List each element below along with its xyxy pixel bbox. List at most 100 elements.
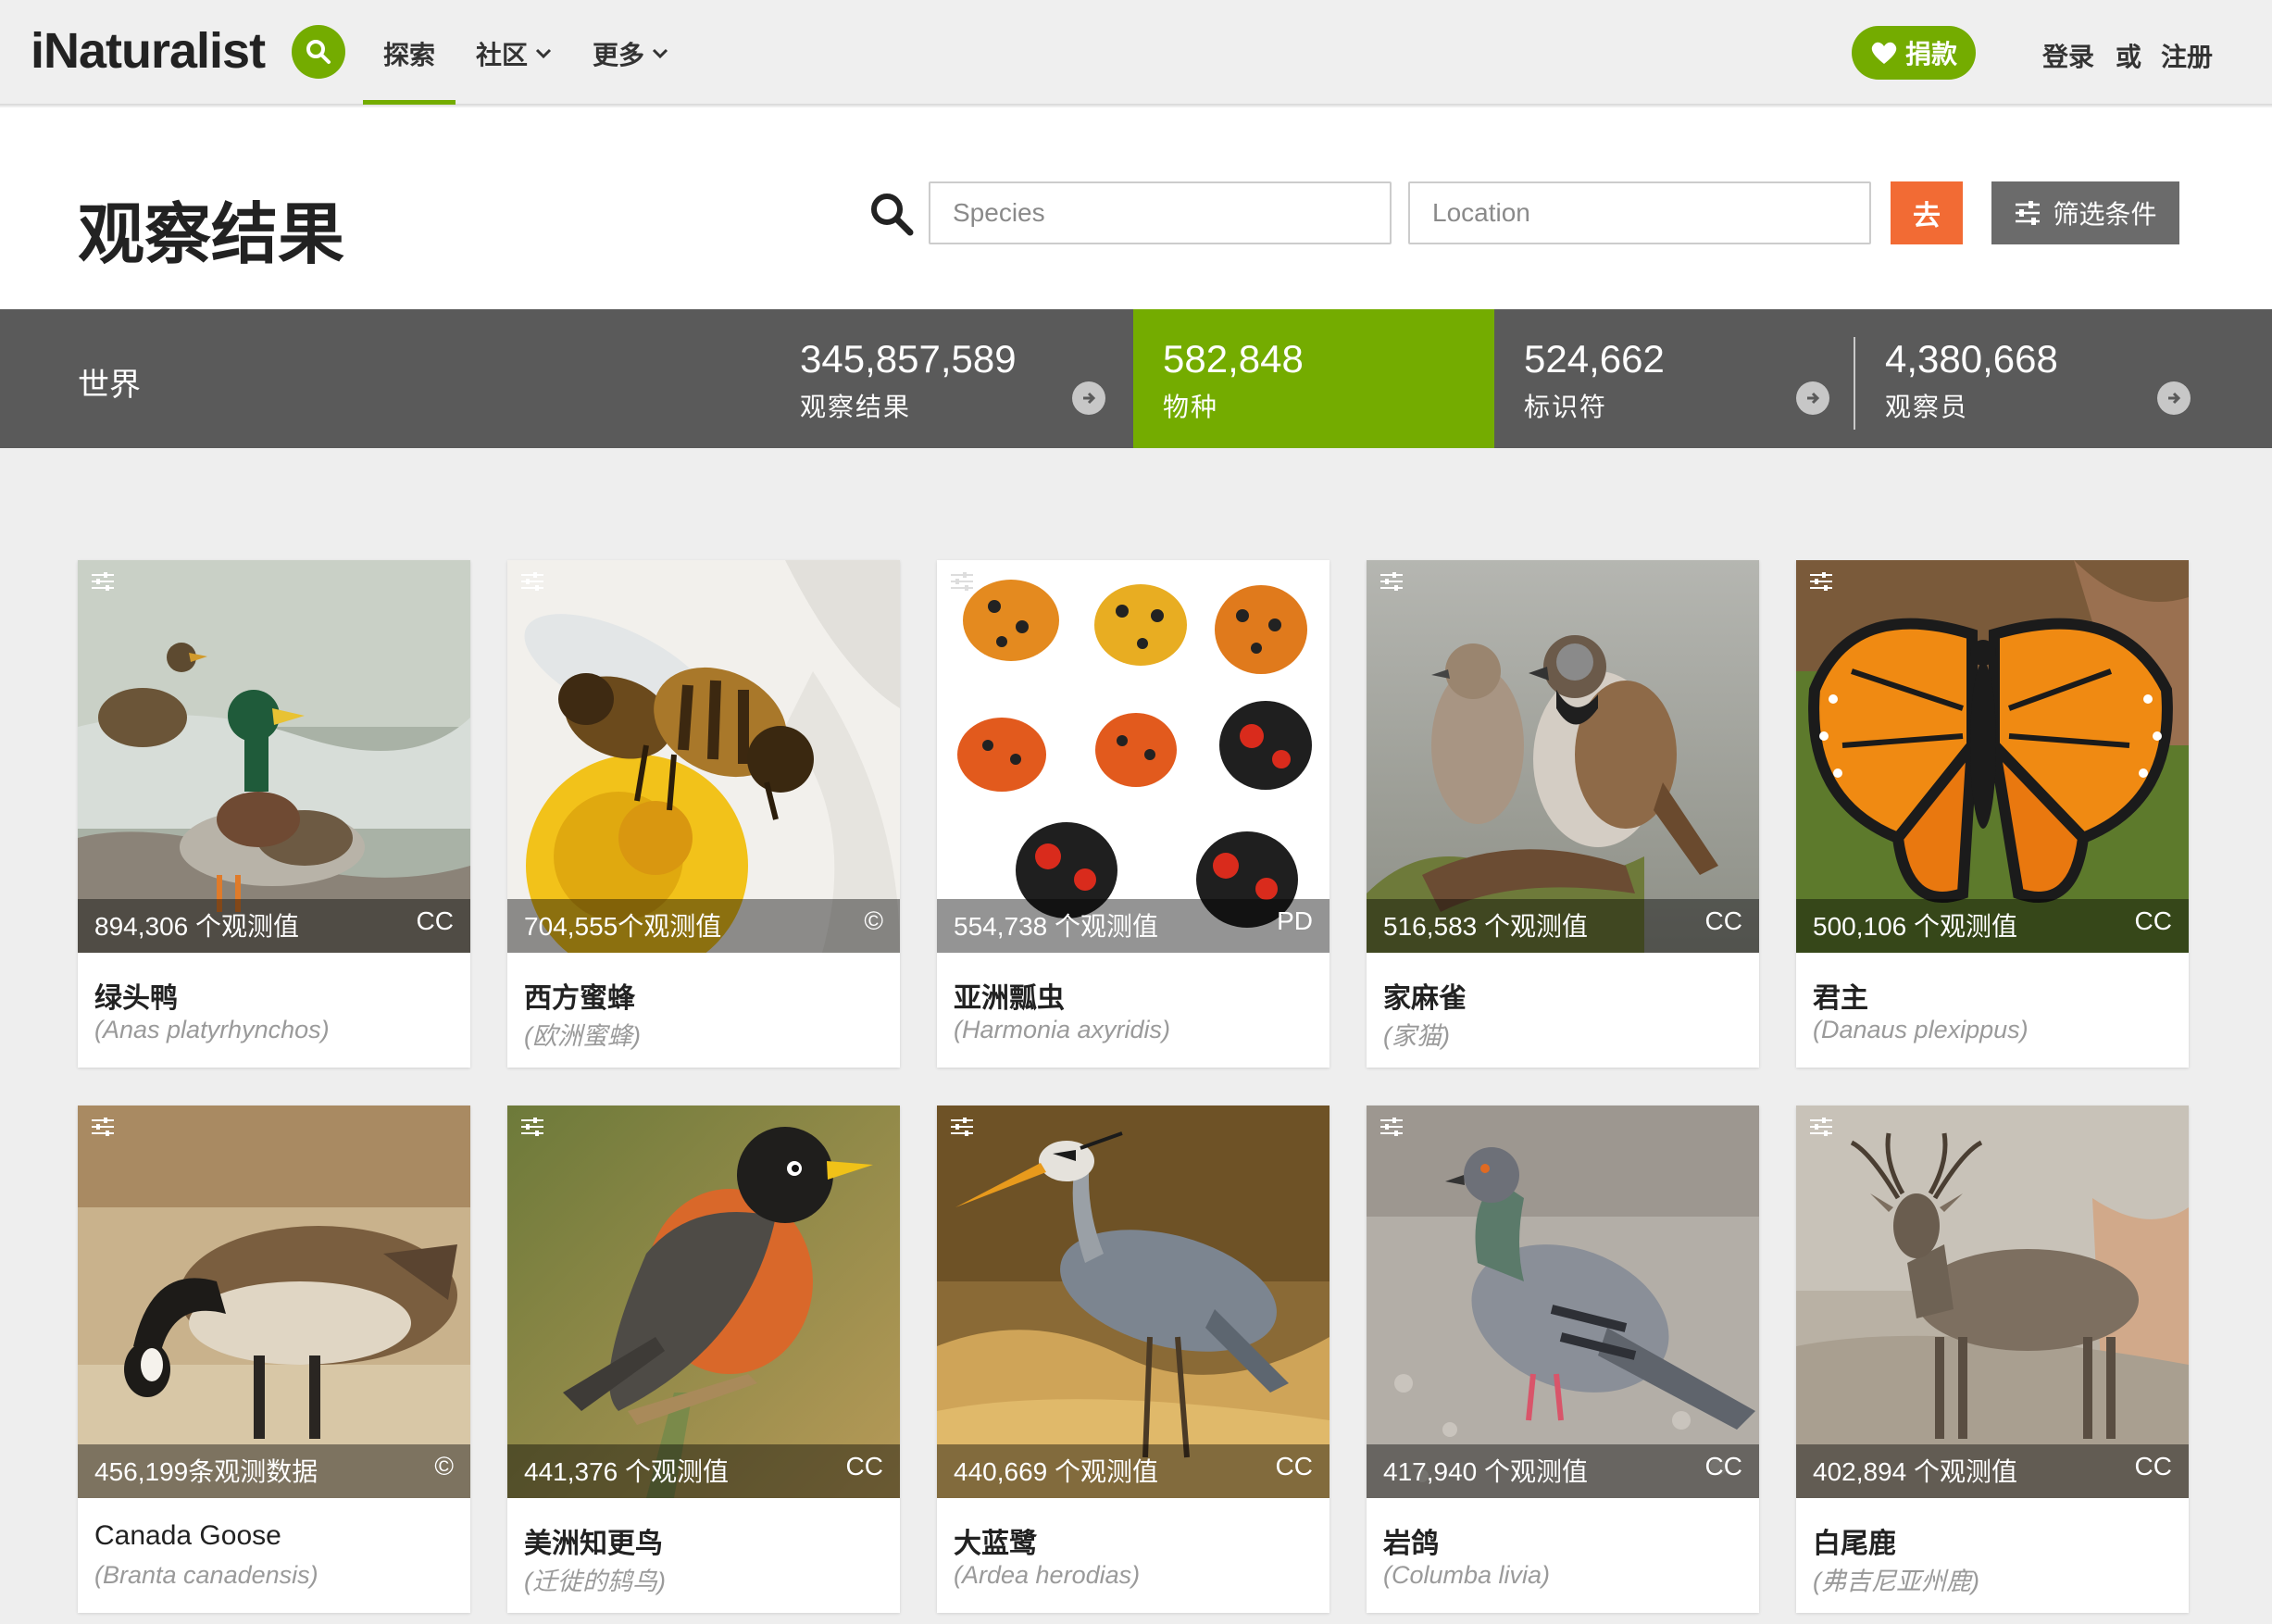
stat-identifiers-label: 标识符 bbox=[1524, 393, 1608, 421]
stat-observations-label: 观察结果 bbox=[800, 393, 912, 421]
sliders-icon[interactable] bbox=[520, 571, 544, 592]
license-badge: CC bbox=[1704, 906, 1742, 935]
species-scientific-name: (Ardea herodias) bbox=[954, 1561, 1141, 1589]
nav-explore[interactable]: 探索 bbox=[383, 35, 435, 72]
stat-observations-value: 345,857,589 bbox=[800, 337, 1017, 381]
page-header: 观察结果 去 筛选条件 bbox=[0, 107, 2272, 309]
species-scientific-name: (迁徙的鸫鸟) bbox=[524, 1568, 666, 1595]
species-common-name[interactable]: 白尾鹿 bbox=[1813, 1520, 1896, 1561]
species-common-name[interactable]: 西方蜜蜂 bbox=[524, 975, 635, 1016]
nav-more[interactable]: 更多 bbox=[593, 35, 668, 72]
stat-observers-label: 观察员 bbox=[1885, 393, 1969, 421]
inaturalist-logo[interactable]: iNaturalist bbox=[31, 22, 266, 80]
species-common-name[interactable]: 绿头鸭 bbox=[94, 975, 178, 1016]
nav-explore-label: 探索 bbox=[383, 41, 436, 69]
search-icon bbox=[871, 194, 914, 236]
heart-icon bbox=[1871, 42, 1897, 64]
sliders-icon[interactable] bbox=[91, 1117, 115, 1137]
sliders-icon[interactable] bbox=[1809, 571, 1833, 592]
stat-species-label: 物种 bbox=[1163, 393, 1219, 421]
species-card-rock-pigeon[interactable]: 417,940 个观测值 CC 岩鸽 (Columba livia) bbox=[1367, 1106, 1759, 1613]
species-photo-mallard[interactable] bbox=[78, 560, 470, 953]
species-photo-american-robin[interactable] bbox=[507, 1106, 900, 1498]
place-name[interactable]: 世界 bbox=[78, 359, 141, 405]
license-badge: CC bbox=[416, 906, 454, 935]
active-nav-indicator bbox=[363, 100, 456, 105]
stat-species[interactable]: 582,848 物种 bbox=[1133, 309, 1494, 448]
species-common-name[interactable]: 大蓝鹭 bbox=[954, 1520, 1037, 1561]
sliders-icon[interactable] bbox=[1379, 1117, 1404, 1137]
location-input[interactable] bbox=[1408, 181, 1871, 244]
species-scientific-name: (欧洲蜜蜂) bbox=[524, 1022, 641, 1050]
stat-identifiers-value: 524,662 bbox=[1524, 337, 1665, 381]
stat-identifiers[interactable]: 524,662 标识符 bbox=[1494, 309, 1855, 448]
species-scientific-name: (Harmonia axyridis) bbox=[954, 1016, 1171, 1043]
license-badge: CC bbox=[845, 1452, 883, 1480]
species-photo-asian-ladybird[interactable] bbox=[937, 560, 1329, 953]
species-common-name[interactable]: Canada Goose bbox=[94, 1520, 281, 1552]
species-scientific-name: (Danaus plexippus) bbox=[1813, 1016, 2029, 1043]
sliders-icon[interactable] bbox=[1379, 571, 1404, 592]
search-icon bbox=[306, 40, 331, 64]
species-photo-great-blue-heron[interactable] bbox=[937, 1106, 1329, 1498]
species-common-name[interactable]: 亚洲瓢虫 bbox=[954, 975, 1065, 1016]
stat-observers-value: 4,380,668 bbox=[1885, 337, 2058, 381]
sliders-icon[interactable] bbox=[91, 571, 115, 592]
species-photo-white-tailed-deer[interactable] bbox=[1796, 1106, 2189, 1498]
stat-observers[interactable]: 4,380,668 观察员 bbox=[1855, 309, 2216, 448]
chevron-down-icon bbox=[652, 48, 668, 59]
species-card-white-tailed-deer[interactable]: 402,894 个观测值 CC 白尾鹿 (弗吉尼亚州鹿) bbox=[1796, 1106, 2189, 1613]
sliders-icon bbox=[2016, 201, 2041, 225]
species-card-asian-ladybird[interactable]: 554,738 个观测值 PD 亚洲瓢虫 (Harmonia axyridis) bbox=[937, 560, 1329, 1068]
arrow-right-icon[interactable] bbox=[1796, 381, 1829, 415]
stats-bar: 世界 345,857,589 观察结果 582,848 物种 524,662 标… bbox=[0, 309, 2272, 448]
chevron-down-icon bbox=[535, 48, 552, 59]
sliders-icon[interactable] bbox=[520, 1117, 544, 1137]
or-text: 或 bbox=[2116, 43, 2142, 71]
sliders-icon[interactable] bbox=[950, 571, 974, 592]
donate-label: 捐款 bbox=[1904, 40, 1957, 69]
nav-community[interactable]: 社区 bbox=[476, 35, 552, 72]
species-common-name[interactable]: 家麻雀 bbox=[1383, 975, 1467, 1016]
donate-button[interactable]: 捐款 bbox=[1852, 26, 1976, 80]
species-photo-canada-goose[interactable] bbox=[78, 1106, 470, 1498]
species-card-american-robin[interactable]: 441,376 个观测值 CC 美洲知更鸟 (迁徙的鸫鸟) bbox=[507, 1106, 900, 1613]
license-badge: CC bbox=[1275, 1452, 1313, 1480]
go-button[interactable]: 去 bbox=[1891, 181, 1963, 244]
species-photo-house-sparrow[interactable] bbox=[1367, 560, 1759, 953]
nav-more-label: 更多 bbox=[593, 41, 645, 69]
page-title: 观察结果 bbox=[78, 198, 345, 272]
stat-species-value: 582,848 bbox=[1163, 337, 1304, 381]
license-badge: © bbox=[864, 906, 883, 935]
species-scientific-name: (弗吉尼亚州鹿) bbox=[1813, 1568, 1979, 1595]
species-photo-honey-bee[interactable] bbox=[507, 560, 900, 953]
species-card-canada-goose[interactable]: 456,199条观测数据 © Canada Goose (Branta cana… bbox=[78, 1106, 470, 1613]
species-scientific-name: (Branta canadensis) bbox=[94, 1561, 318, 1589]
arrow-right-icon[interactable] bbox=[2157, 381, 2191, 415]
stat-observations[interactable]: 345,857,589 观察结果 bbox=[770, 309, 1131, 448]
species-scientific-name: (Anas platyrhynchos) bbox=[94, 1016, 330, 1043]
species-common-name[interactable]: 美洲知更鸟 bbox=[524, 1520, 663, 1561]
species-photo-rock-pigeon[interactable] bbox=[1367, 1106, 1759, 1498]
top-nav: iNaturalist 探索 社区 更多 捐款 登录 或 注册 bbox=[0, 0, 2272, 106]
species-card-monarch[interactable]: 500,106 个观测值 CC 君主 (Danaus plexippus) bbox=[1796, 560, 2189, 1068]
filters-button[interactable]: 筛选条件 bbox=[1991, 181, 2179, 244]
species-scientific-name: (家猫) bbox=[1383, 1022, 1450, 1050]
species-card-mallard[interactable]: 894,306 个观测值 CC 绿头鸭 (Anas platyrhynchos) bbox=[78, 560, 470, 1068]
species-card-great-blue-heron[interactable]: 440,669 个观测值 CC 大蓝鹭 (Ardea herodias) bbox=[937, 1106, 1329, 1613]
signup-link[interactable]: 注册 bbox=[2161, 37, 2213, 74]
species-card-house-sparrow[interactable]: 516,583 个观测值 CC 家麻雀 (家猫) bbox=[1367, 560, 1759, 1068]
nav-search-button[interactable] bbox=[292, 25, 345, 79]
filters-label: 筛选条件 bbox=[2053, 200, 2157, 229]
species-input[interactable] bbox=[929, 181, 1392, 244]
arrow-right-icon[interactable] bbox=[1072, 381, 1105, 415]
species-common-name[interactable]: 岩鸽 bbox=[1383, 1520, 1439, 1561]
species-photo-monarch[interactable] bbox=[1796, 560, 2189, 953]
login-link[interactable]: 登录 bbox=[2042, 37, 2094, 74]
species-common-name[interactable]: 君主 bbox=[1813, 975, 1868, 1016]
species-card-honey-bee[interactable]: 704,555个观测值 © 西方蜜蜂 (欧洲蜜蜂) bbox=[507, 560, 900, 1068]
sliders-icon[interactable] bbox=[950, 1117, 974, 1137]
license-badge: CC bbox=[1704, 1452, 1742, 1480]
sliders-icon[interactable] bbox=[1809, 1117, 1833, 1137]
license-badge: CC bbox=[2134, 906, 2172, 935]
